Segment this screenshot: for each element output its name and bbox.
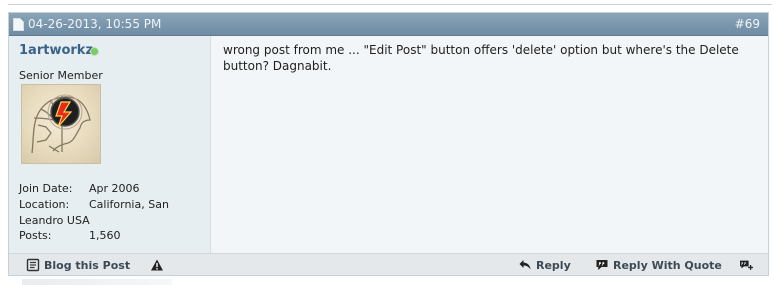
reply-button[interactable]: Reply — [518, 258, 571, 272]
user-sidebar: 1artworkz Senior Member Join Date: Apr 2… — [9, 36, 211, 254]
reply-quote-icon — [596, 260, 608, 270]
next-post-hint — [22, 279, 172, 285]
report-post-button[interactable] — [150, 258, 168, 272]
post-date: 04-26-2013, 10:55 PM — [28, 17, 162, 31]
posts-label: Posts: — [19, 229, 52, 242]
posts-row: Posts: 1,560 — [19, 228, 199, 243]
post-footer: Blog this Post Reply Reply With Quote — [9, 253, 768, 275]
multiquote-icon — [740, 260, 753, 270]
multi-quote-button[interactable] — [739, 258, 757, 272]
user-info: Join Date: Apr 2006 Location: California… — [19, 181, 199, 244]
post-header: 04-26-2013, 10:55 PM #69 — [9, 13, 768, 36]
join-date-value: Apr 2006 — [89, 182, 140, 195]
location-row: Location: California, San — [19, 197, 199, 212]
online-status-icon — [90, 47, 99, 56]
blog-post-label: Blog this Post — [44, 258, 131, 272]
top-divider — [8, 0, 772, 5]
user-rank: Senior Member — [19, 69, 103, 82]
location-value-line1: California, San — [89, 198, 169, 211]
post-icon — [13, 17, 24, 31]
reply-label: Reply — [536, 258, 571, 272]
posts-value: 1,560 — [89, 229, 121, 242]
location-label: Location: — [19, 198, 70, 211]
post-number-link[interactable]: #69 — [735, 13, 760, 35]
warning-icon — [151, 259, 163, 271]
post-body: 1artworkz Senior Member Join Date: Apr 2… — [9, 36, 768, 254]
username-link[interactable]: 1artworkz — [19, 43, 93, 58]
join-date-label: Join Date: — [19, 182, 73, 195]
post-content: wrong post from me ... "Edit Post" butto… — [211, 36, 768, 254]
reply-with-quote-button[interactable]: Reply With Quote — [595, 258, 722, 272]
forum-post: 04-26-2013, 10:55 PM #69 1artworkz Senio… — [8, 12, 769, 276]
reply-icon — [519, 260, 531, 270]
avatar-image — [31, 94, 91, 154]
join-date-row: Join Date: Apr 2006 — [19, 181, 199, 196]
reply-with-quote-label: Reply With Quote — [613, 258, 722, 272]
blog-post-button[interactable]: Blog this Post — [26, 258, 130, 272]
post-date-group: 04-26-2013, 10:55 PM — [13, 13, 161, 35]
blog-icon — [26, 258, 40, 272]
location-value-line2: Leandro USA — [19, 214, 90, 227]
avatar[interactable] — [21, 84, 101, 164]
post-message: wrong post from me ... "Edit Post" butto… — [223, 43, 739, 73]
